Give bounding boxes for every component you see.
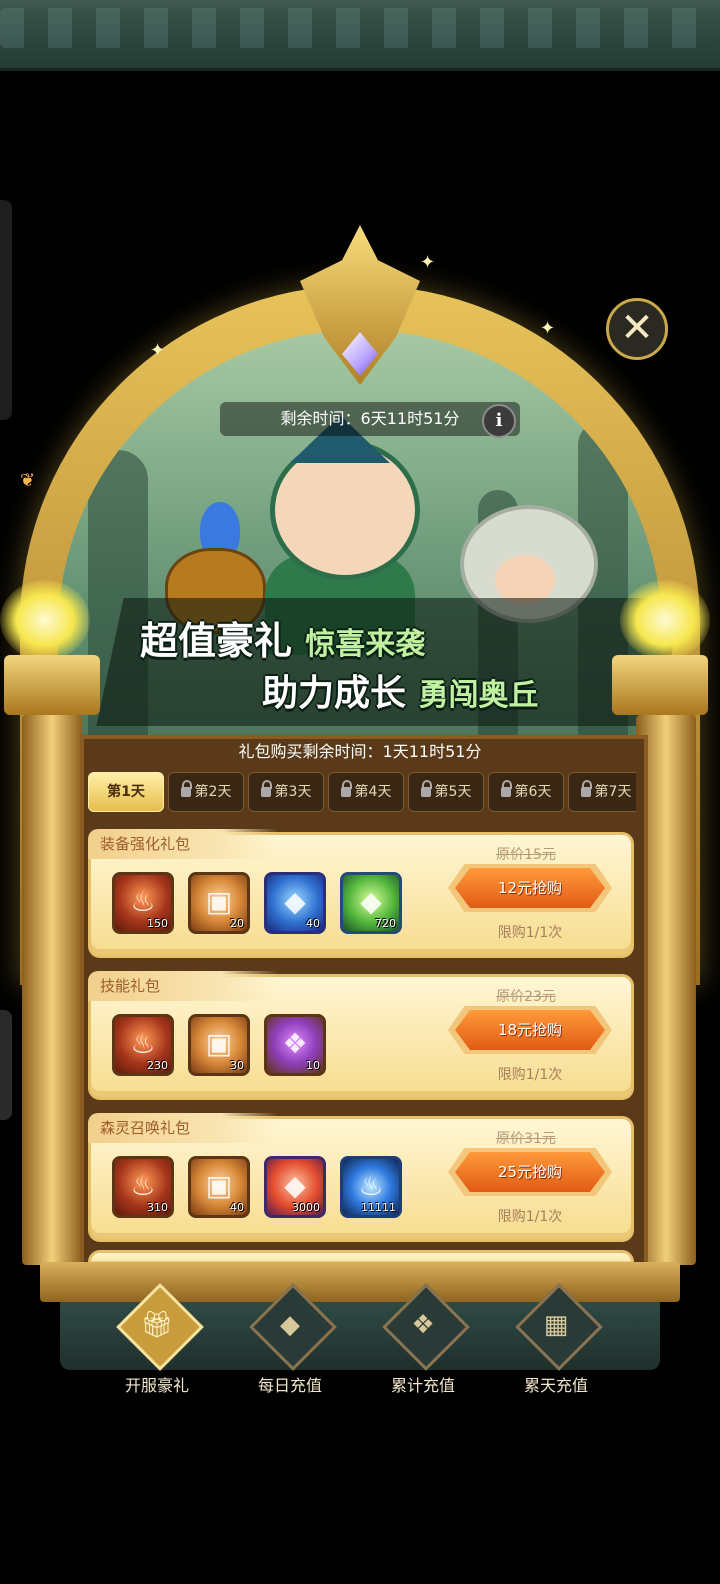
golden-lantern-icon[interactable]: ▣ 20 — [188, 872, 250, 934]
lock-icon — [340, 780, 352, 797]
info-icon[interactable]: i — [482, 404, 516, 438]
purchase-remaining-time: 礼包购买剩余时间：1天11时51分 — [238, 742, 482, 761]
item-quantity: 10 — [306, 1059, 320, 1072]
item-quantity: 20 — [230, 917, 244, 930]
nav-opening-gift[interactable]: 🎁︎ — [112, 1283, 204, 1372]
torch-flame — [0, 580, 90, 660]
nav-label: 每日充值 — [257, 1376, 322, 1395]
sparkle-icon: ✦ — [420, 252, 436, 273]
original-price: 原价31元 — [496, 1131, 556, 1147]
ornament-strip — [0, 8, 720, 48]
tab-label: 第6天 — [514, 784, 552, 800]
buy-button[interactable]: 12元抢购 — [455, 868, 605, 908]
day-tabs: 第1天 第2天 第3天 第4天 第5天 第6天 第7天 — [88, 772, 636, 812]
tab-day-4[interactable]: 第4天 — [328, 772, 404, 812]
side-edge-tab — [0, 1010, 12, 1120]
pillar-capital — [612, 655, 708, 715]
red-flame-jar-icon[interactable]: ♨ 310 — [112, 1156, 174, 1218]
tab-label: 第7天 — [594, 784, 632, 800]
torch-flame — [620, 580, 710, 660]
item-quantity: 40 — [306, 917, 320, 930]
pillar-capital — [4, 655, 100, 715]
slogan-sub: 勇闯奥丘 — [418, 678, 539, 713]
original-price: 原价15元 — [496, 847, 556, 863]
slogan-line-1: 超值豪礼 惊喜来袭 — [140, 610, 425, 665]
nav-label: 累天充值 — [523, 1376, 588, 1395]
butterfly-icon: ❦ — [20, 470, 36, 491]
purple-chest-icon[interactable]: ❖ 10 — [264, 1014, 326, 1076]
original-price: 原价23元 — [496, 989, 556, 1005]
tab-day-2[interactable]: 第2天 — [168, 772, 244, 812]
item-quantity: 11111 — [361, 1201, 396, 1214]
lock-icon — [420, 780, 432, 797]
red-crystal-icon[interactable]: ◆ 3000 — [264, 1156, 326, 1218]
slogan-sub: 惊喜来袭 — [305, 627, 426, 662]
purchase-limit: 限购1/1次 — [497, 1067, 563, 1083]
buy-button[interactable]: 18元抢购 — [455, 1010, 605, 1050]
nav-cumulative-recharge[interactable]: ❖ — [378, 1283, 470, 1372]
item-quantity: 720 — [375, 917, 396, 930]
slogan-line-2: 助力成长 勇闯奥丘 — [262, 664, 539, 716]
item-quantity: 310 — [147, 1201, 168, 1214]
lock-icon — [500, 780, 512, 797]
close-icon: ✕ — [620, 305, 654, 351]
sparkle-icon: ✦ — [540, 318, 556, 339]
green-crystal-icon[interactable]: ◆ 720 — [340, 872, 402, 934]
nav-label: 累计充值 — [390, 1376, 455, 1395]
tab-label: 第3天 — [274, 784, 312, 800]
nav-consecutive-recharge[interactable]: ▦ — [511, 1283, 603, 1372]
left-pillar — [22, 715, 82, 1265]
red-flame-jar-icon[interactable]: ♨ 150 — [112, 872, 174, 934]
red-flame-jar-icon[interactable]: ♨ 230 — [112, 1014, 174, 1076]
tab-label: 第1天 — [107, 784, 145, 800]
close-button[interactable]: ✕ — [606, 298, 668, 360]
calendar-icon: ▦ — [543, 1310, 569, 1340]
lock-icon — [260, 780, 272, 797]
tab-day-3[interactable]: 第3天 — [248, 772, 324, 812]
tab-day-5[interactable]: 第5天 — [408, 772, 484, 812]
golden-lantern-icon[interactable]: ▣ 30 — [188, 1014, 250, 1076]
item-quantity: 3000 — [292, 1201, 320, 1214]
event-remaining-time: 剩余时间：6天11时51分 — [220, 402, 520, 436]
tab-label: 第4天 — [354, 784, 392, 800]
blue-flame-icon[interactable]: ♨ 11111 — [340, 1156, 402, 1218]
lock-icon — [580, 780, 592, 797]
buy-button[interactable]: 25元抢购 — [455, 1152, 605, 1192]
nav-label: 开服豪礼 — [124, 1376, 189, 1395]
tab-label: 第2天 — [194, 784, 232, 800]
item-quantity: 230 — [147, 1059, 168, 1072]
item-quantity: 40 — [230, 1201, 244, 1214]
blue-gem-icon[interactable]: ◆ 40 — [264, 872, 326, 934]
slogan-main: 超值豪礼 — [140, 619, 293, 663]
item-quantity: 30 — [230, 1059, 244, 1072]
sparkle-icon: ✦ — [150, 340, 166, 361]
side-edge-tab — [0, 200, 12, 420]
tab-day-7[interactable]: 第7天 — [568, 772, 636, 812]
tab-label: 第5天 — [434, 784, 472, 800]
purchase-limit: 限购1/1次 — [497, 1209, 563, 1225]
golden-lantern-icon[interactable]: ▣ 40 — [188, 1156, 250, 1218]
pack-title: 森灵召唤礼包 — [100, 1119, 191, 1137]
pack-title: 技能礼包 — [100, 977, 161, 995]
diamond-icon: ◆ — [280, 1310, 300, 1340]
top-decorative-bar — [0, 0, 720, 71]
slogan-main: 助力成长 — [262, 673, 407, 714]
gift-icon: 🎁︎ — [140, 1310, 174, 1340]
tab-day-1[interactable]: 第1天 — [88, 772, 164, 812]
item-quantity: 150 — [147, 917, 168, 930]
tab-day-6[interactable]: 第6天 — [488, 772, 564, 812]
lock-icon — [180, 780, 192, 797]
gem-pile-icon: ❖ — [411, 1310, 435, 1340]
pack-title: 装备强化礼包 — [100, 835, 191, 853]
purchase-limit: 限购1/1次 — [497, 925, 563, 941]
nav-daily-recharge[interactable]: ◆ — [245, 1283, 337, 1372]
